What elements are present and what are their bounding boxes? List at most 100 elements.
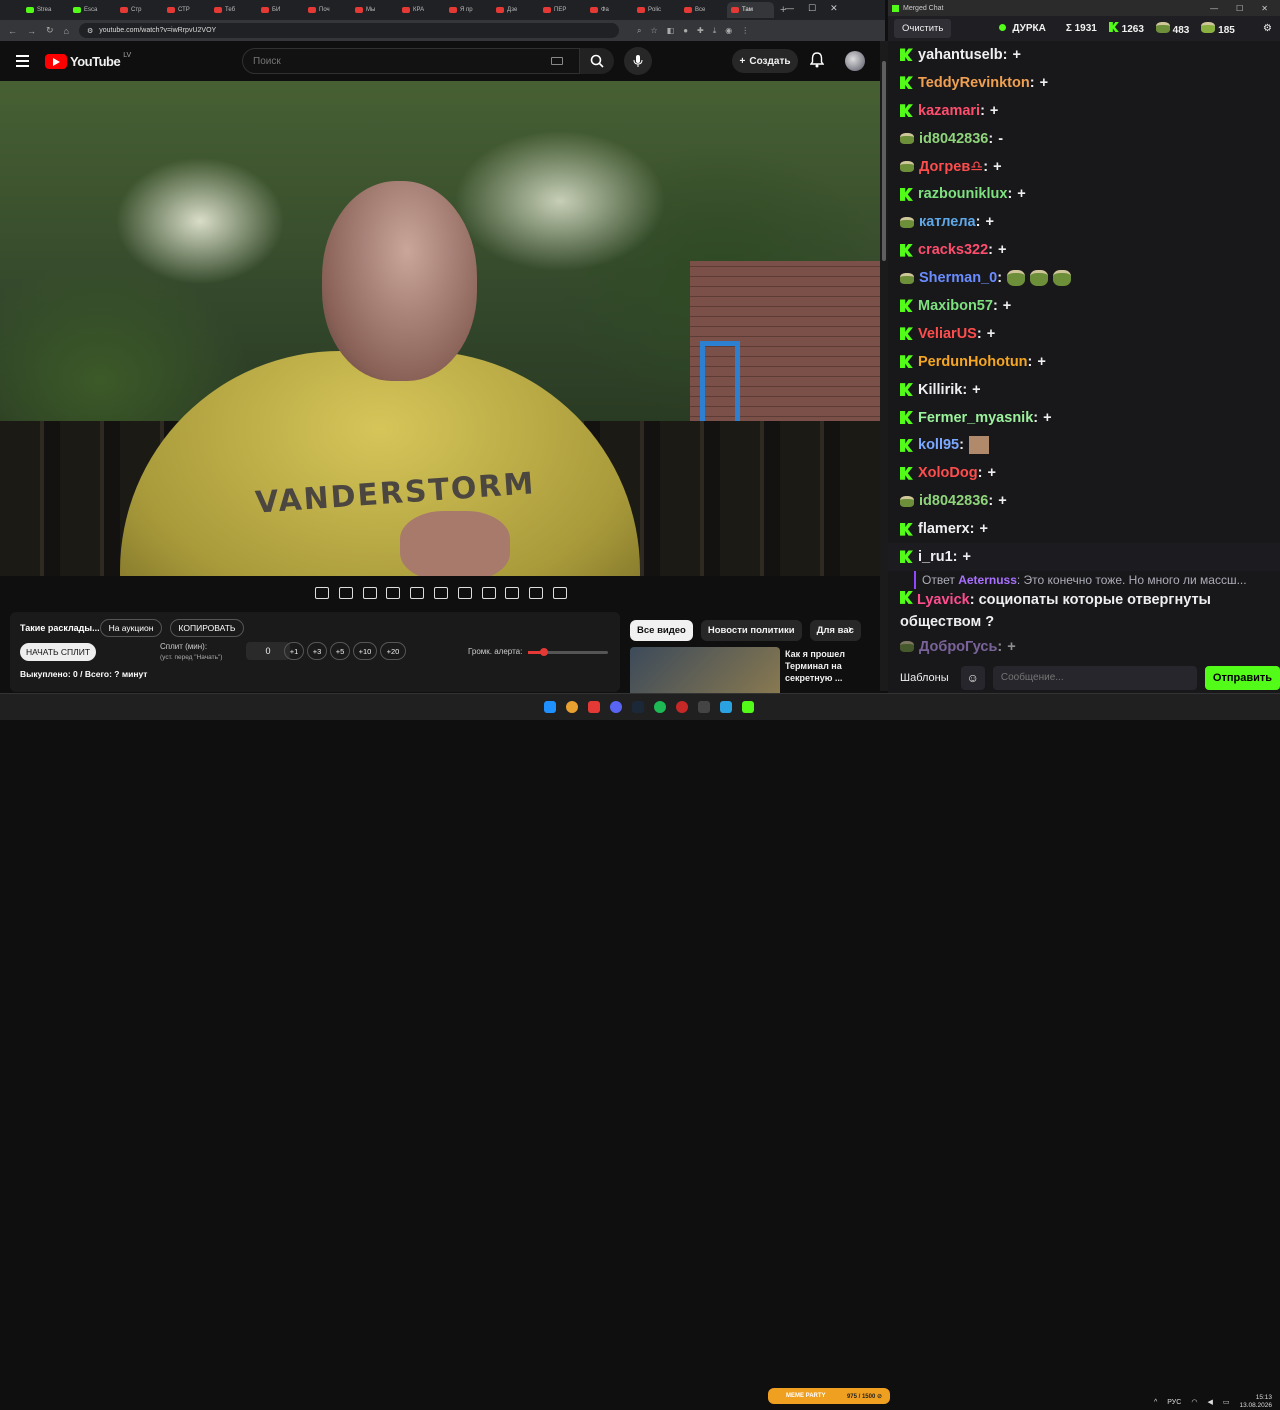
chat-username[interactable]: VeliarUS bbox=[918, 326, 977, 342]
chat-message[interactable]: Maxibon57: + bbox=[888, 292, 1280, 320]
chip-for-you[interactable]: Для вас bbox=[809, 620, 861, 641]
chat-message[interactable]: yahantuselb: + bbox=[888, 41, 1280, 69]
extension-icon[interactable]: ◧ bbox=[667, 26, 675, 36]
clock[interactable]: 15:13 13.08.2026 bbox=[1239, 1394, 1272, 1410]
forward-icon[interactable]: → bbox=[27, 26, 36, 36]
windows-start-icon[interactable] bbox=[544, 701, 556, 713]
browser-tab[interactable]: Я пр bbox=[445, 2, 492, 18]
browser-tab[interactable]: Polic bbox=[633, 2, 680, 18]
wifi-icon[interactable]: ◠ bbox=[1191, 1398, 1197, 1406]
increment-5-button[interactable]: +5 bbox=[330, 642, 350, 660]
chat-message-input[interactable] bbox=[992, 665, 1197, 690]
auction-button[interactable]: На аукцион bbox=[100, 619, 162, 637]
tray-chevron-icon[interactable]: ^ bbox=[1154, 1399, 1157, 1406]
browser-tab[interactable]: Там bbox=[727, 2, 774, 18]
browser-tab[interactable]: Теб bbox=[210, 2, 257, 18]
gear-icon[interactable]: ⚙ bbox=[1263, 23, 1272, 34]
page-scrollbar[interactable] bbox=[880, 41, 888, 691]
chat-username[interactable]: PerdunHohotun bbox=[918, 354, 1028, 370]
chat-message[interactable]: катлела: + bbox=[888, 208, 1280, 236]
clapper-icon[interactable] bbox=[386, 587, 401, 599]
chat-username[interactable]: yahantuselb bbox=[918, 47, 1003, 63]
chat-username[interactable]: ДоброГусь bbox=[919, 639, 997, 655]
speed-icon[interactable] bbox=[457, 587, 472, 599]
recommended-title[interactable]: Как я прошел Терминал на секретную ... bbox=[785, 648, 865, 684]
frame-icon[interactable] bbox=[410, 587, 425, 599]
meme-party-widget[interactable]: MEME PARTY 975 / 1500 ⊘ bbox=[768, 1388, 890, 1404]
chat-message[interactable]: Sherman_0: bbox=[888, 264, 1280, 292]
chat-username[interactable]: Sherman_0 bbox=[919, 270, 997, 286]
chat-username[interactable]: id8042836 bbox=[919, 493, 988, 509]
extension-icon[interactable]: ● bbox=[683, 26, 688, 36]
browser-tab[interactable]: Esca bbox=[69, 2, 116, 18]
account-avatar[interactable] bbox=[845, 51, 865, 71]
app-icon[interactable] bbox=[676, 701, 688, 713]
chat-username[interactable]: Maxibon57 bbox=[918, 298, 993, 314]
increment-1-button[interactable]: +1 bbox=[284, 642, 304, 660]
youtube-app-icon[interactable] bbox=[588, 701, 600, 713]
chat-message[interactable]: razbouniklux: + bbox=[888, 180, 1280, 208]
chat-username[interactable]: Lyavick bbox=[917, 592, 970, 608]
reload-icon[interactable]: ↻ bbox=[46, 25, 54, 36]
chat-message[interactable]: ДоброГусь: + bbox=[888, 633, 1280, 661]
browser-tab[interactable]: КРА bbox=[398, 2, 445, 18]
download-icon[interactable]: ⤓ bbox=[713, 26, 717, 36]
browser-tab[interactable]: Стр bbox=[116, 2, 163, 18]
chat-username[interactable]: i_ru1 bbox=[918, 549, 953, 565]
chat-username[interactable]: kazamari bbox=[918, 103, 980, 119]
voice-search-button[interactable] bbox=[624, 47, 652, 75]
chat-message[interactable]: kazamari: + bbox=[888, 97, 1280, 125]
chat-username[interactable]: cracks322 bbox=[918, 242, 988, 258]
app-icon[interactable] bbox=[698, 701, 710, 713]
create-button[interactable]: + Создать bbox=[732, 49, 798, 73]
hamburger-menu-icon[interactable] bbox=[16, 52, 29, 70]
discord-icon[interactable] bbox=[610, 701, 622, 713]
search-button[interactable] bbox=[580, 48, 614, 74]
chip-politics-news[interactable]: Новости политики bbox=[700, 620, 802, 641]
telegram-icon[interactable] bbox=[720, 701, 732, 713]
pip-icon[interactable] bbox=[481, 587, 496, 599]
chat-message[interactable]: Killirik: + bbox=[888, 376, 1280, 404]
chat-username[interactable]: TeddyRevinkton bbox=[918, 75, 1030, 91]
kick-app-icon[interactable] bbox=[742, 701, 754, 713]
chat-message[interactable]: koll95: bbox=[888, 431, 1280, 459]
chat-message[interactable]: PerdunHohotun: + bbox=[888, 348, 1280, 376]
scrollbar-thumb[interactable] bbox=[882, 61, 886, 261]
chat-username[interactable]: Fermer_myasnik bbox=[918, 410, 1033, 426]
chat-message[interactable]: flamerx: + bbox=[888, 515, 1280, 543]
back-icon[interactable]: ← bbox=[8, 26, 17, 36]
site-info-icon[interactable]: ⚙ bbox=[87, 27, 93, 35]
minimize-icon[interactable]: — bbox=[1210, 4, 1218, 13]
input-language[interactable]: РУС bbox=[1167, 1399, 1181, 1406]
start-split-button[interactable]: НАЧАТЬ СПЛИТ bbox=[20, 643, 96, 661]
theater-icon[interactable] bbox=[433, 587, 448, 599]
chevron-right-icon[interactable]: › bbox=[848, 622, 852, 636]
browser-tab[interactable]: Мы bbox=[351, 2, 398, 18]
browser-tab[interactable]: Поч bbox=[304, 2, 351, 18]
url-field[interactable]: ⚙ youtube.com/watch?v=iwRrpvU2VOY bbox=[78, 23, 619, 38]
chat-username[interactable]: XoloDog bbox=[918, 465, 978, 481]
spotify-icon[interactable] bbox=[654, 701, 666, 713]
reply-username[interactable]: Aeternuss bbox=[958, 573, 1017, 587]
chrome-icon[interactable] bbox=[566, 701, 578, 713]
chat-message[interactable]: Догрев♎: + bbox=[888, 153, 1280, 181]
browser-tab[interactable]: Дзе bbox=[492, 2, 539, 18]
chat-message[interactable]: Lyavick: социопаты которые отвергнуты об… bbox=[888, 589, 1280, 633]
recommended-thumbnail[interactable] bbox=[630, 647, 780, 697]
chat-message[interactable]: VeliarUS: + bbox=[888, 320, 1280, 348]
emoji-icon[interactable]: ☺ bbox=[960, 665, 985, 690]
increment-10-button[interactable]: +10 bbox=[353, 642, 377, 660]
browser-tab[interactable]: СТР bbox=[163, 2, 210, 18]
minimize-icon[interactable]: — bbox=[785, 3, 794, 14]
screen-settings-icon[interactable] bbox=[362, 587, 377, 599]
chip-all-videos[interactable]: Все видео bbox=[630, 620, 693, 641]
close-icon[interactable]: ✕ bbox=[1261, 4, 1268, 13]
maximize-icon[interactable]: ☐ bbox=[1236, 4, 1243, 13]
browser-tab[interactable]: Фа bbox=[586, 2, 633, 18]
chat-username[interactable]: flamerx bbox=[918, 521, 970, 537]
youtube-logo[interactable]: YouTube LV bbox=[45, 52, 131, 69]
search-input[interactable] bbox=[253, 55, 543, 67]
home-icon[interactable]: ⌂ bbox=[64, 26, 69, 36]
chat-username[interactable]: razbouniklux bbox=[918, 186, 1007, 202]
chat-reply-quote[interactable]: Ответ Aeternuss: Это конечно тоже. Но мн… bbox=[914, 570, 1280, 589]
